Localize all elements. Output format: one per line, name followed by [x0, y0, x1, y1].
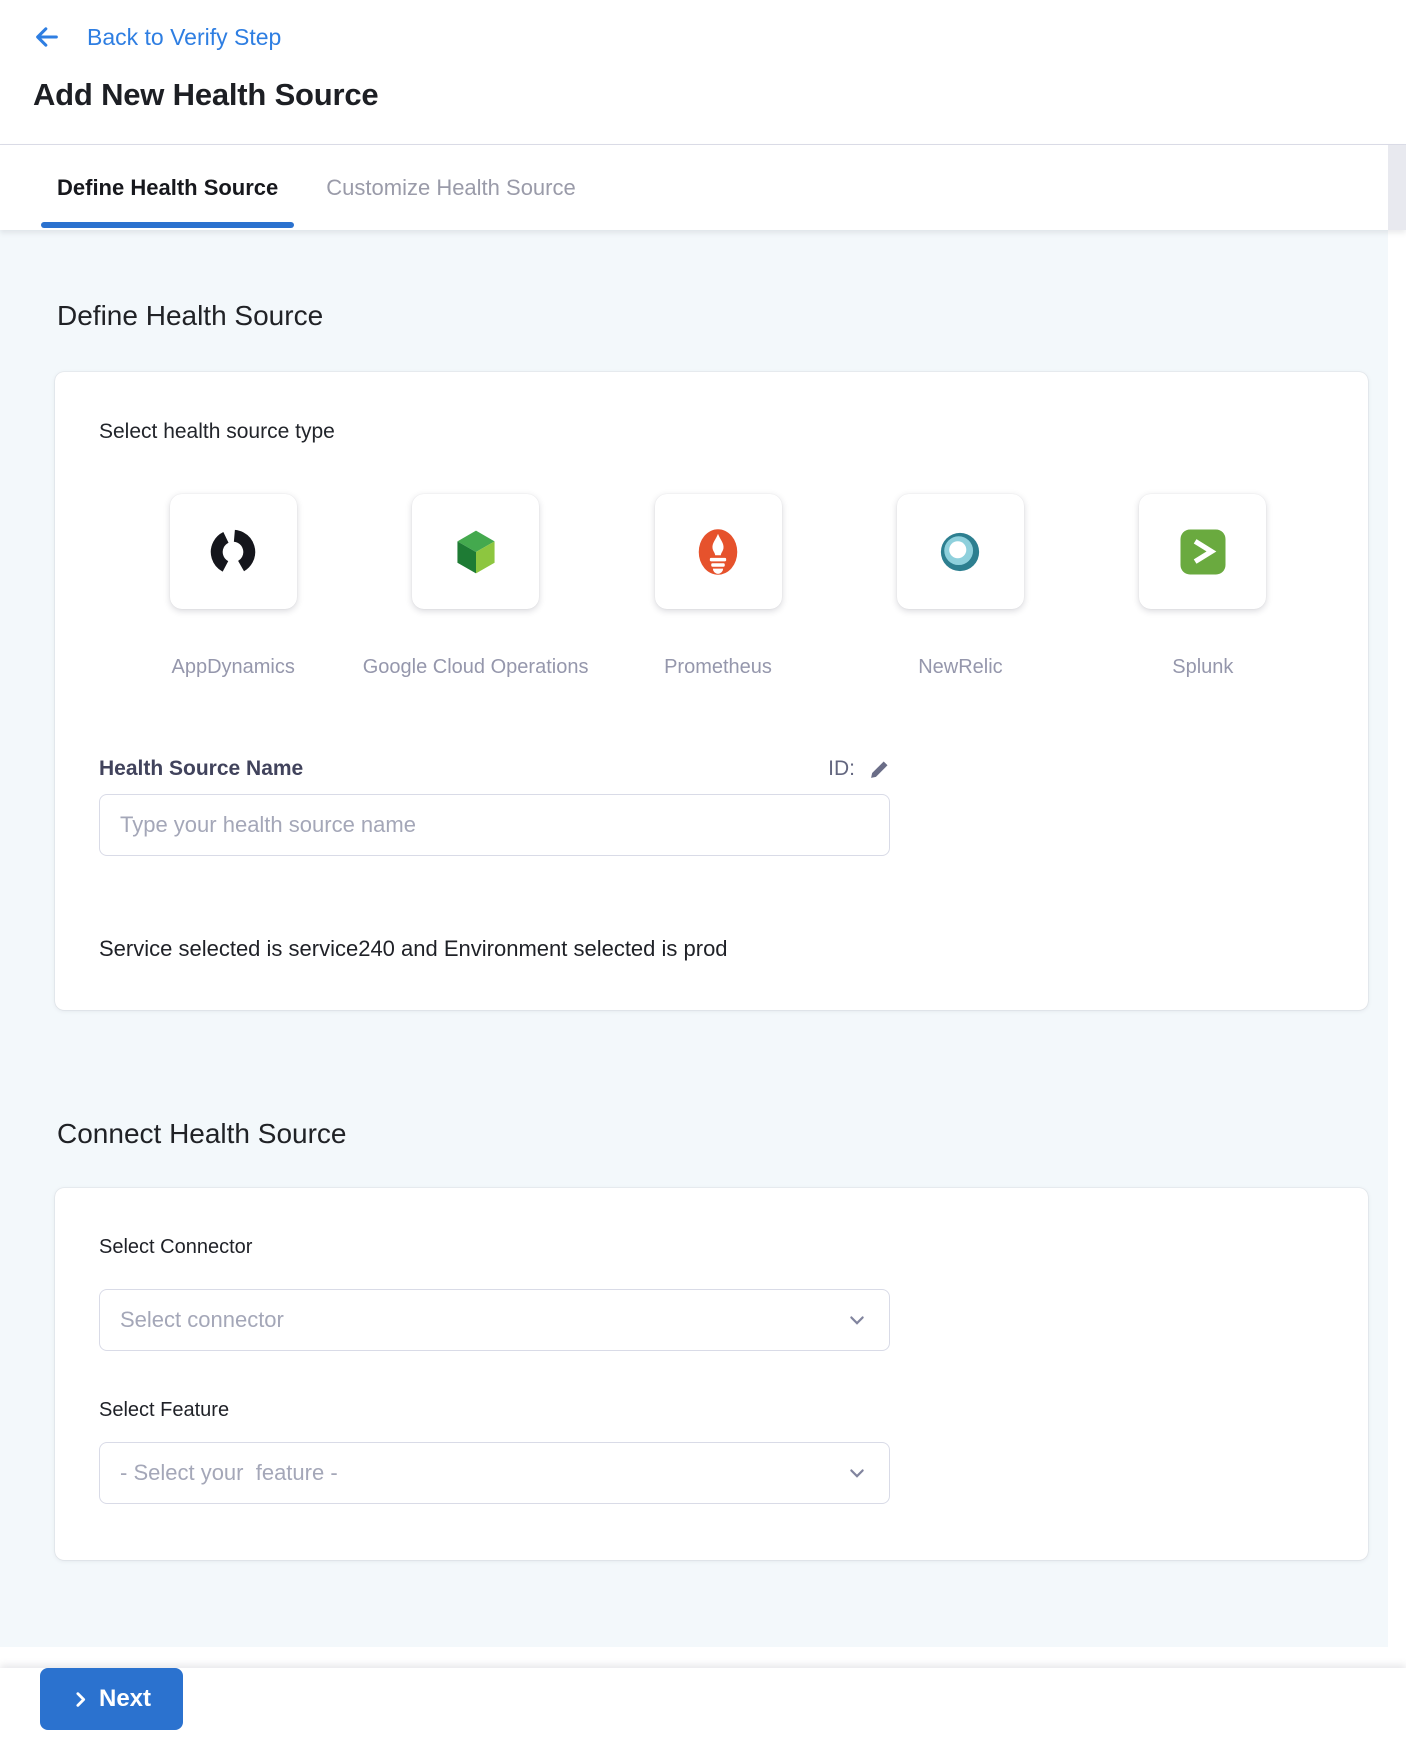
- chevron-down-icon: [847, 1310, 867, 1330]
- source-tile-google-cloud-operations[interactable]: [412, 494, 539, 609]
- connect-section-heading: Connect Health Source: [57, 1118, 1388, 1150]
- define-section-heading: Define Health Source: [57, 300, 1388, 332]
- health-source-name-label: Health Source Name: [99, 757, 303, 781]
- source-label-appdynamics: AppDynamics: [112, 656, 354, 679]
- id-label: ID:: [828, 757, 855, 781]
- next-button[interactable]: Next: [40, 1668, 183, 1730]
- next-button-label: Next: [99, 1685, 151, 1713]
- prometheus-icon: [690, 524, 746, 580]
- newrelic-icon: [933, 525, 987, 579]
- select-feature-label: Select Feature: [99, 1399, 1324, 1422]
- source-tile-splunk[interactable]: [1139, 494, 1266, 609]
- service-environment-text: Service selected is service240 and Envir…: [99, 936, 1324, 962]
- connector-select[interactable]: Select connector: [99, 1289, 890, 1351]
- drawer-body: Define Health Source Select health sourc…: [0, 230, 1406, 1647]
- back-link-label: Back to Verify Step: [87, 24, 281, 51]
- tab-define-health-source[interactable]: Define Health Source: [41, 145, 294, 230]
- source-label-prometheus: Prometheus: [597, 656, 839, 679]
- select-type-label: Select health source type: [99, 420, 1324, 444]
- health-source-name-row: Health Source Name ID:: [99, 757, 890, 781]
- pencil-icon: [869, 759, 890, 780]
- appdynamics-icon: [207, 526, 259, 578]
- chevron-down-icon: [847, 1463, 867, 1483]
- source-type-labels: AppDynamics Google Cloud Operations Prom…: [112, 656, 1324, 679]
- back-arrow-icon: [33, 23, 61, 51]
- drawer-content: Define Health Source Select health sourc…: [0, 230, 1388, 1647]
- tabbar-corner: [1388, 145, 1406, 230]
- feature-select-value: - Select your feature -: [120, 1460, 338, 1486]
- health-source-tabs: Define Health Source Customize Health So…: [0, 145, 1406, 230]
- back-to-verify-link[interactable]: Back to Verify Step: [33, 23, 1406, 51]
- source-tile-newrelic[interactable]: [897, 494, 1024, 609]
- health-source-name-input[interactable]: [99, 794, 890, 856]
- source-type-tiles: [112, 494, 1324, 609]
- google-cloud-operations-icon: [449, 525, 503, 579]
- next-chevron-icon: [72, 1691, 89, 1708]
- tab-customize-health-source[interactable]: Customize Health Source: [310, 145, 591, 230]
- edit-id-button[interactable]: [869, 759, 890, 780]
- splunk-icon: [1176, 525, 1230, 579]
- source-label-splunk: Splunk: [1082, 656, 1324, 679]
- connect-health-source-card: Select Connector Select connector Select…: [55, 1188, 1368, 1560]
- add-health-source-drawer: Back to Verify Step Add New Health Sourc…: [0, 0, 1406, 1744]
- scrollbar-rail[interactable]: [1388, 230, 1406, 1647]
- define-health-source-card: Select health source type: [55, 372, 1368, 1010]
- page-title: Add New Health Source: [33, 77, 1406, 113]
- id-wrap: ID:: [828, 757, 890, 781]
- connector-select-value: Select connector: [120, 1307, 284, 1333]
- source-label-newrelic: NewRelic: [839, 656, 1081, 679]
- select-connector-label: Select Connector: [99, 1236, 1324, 1259]
- source-label-google-cloud-operations: Google Cloud Operations: [354, 656, 596, 679]
- drawer-header: Back to Verify Step Add New Health Sourc…: [0, 0, 1406, 145]
- source-tile-appdynamics[interactable]: [170, 494, 297, 609]
- source-tile-prometheus[interactable]: [655, 494, 782, 609]
- feature-select[interactable]: - Select your feature -: [99, 1442, 890, 1504]
- drawer-footer: Next: [0, 1668, 1406, 1744]
